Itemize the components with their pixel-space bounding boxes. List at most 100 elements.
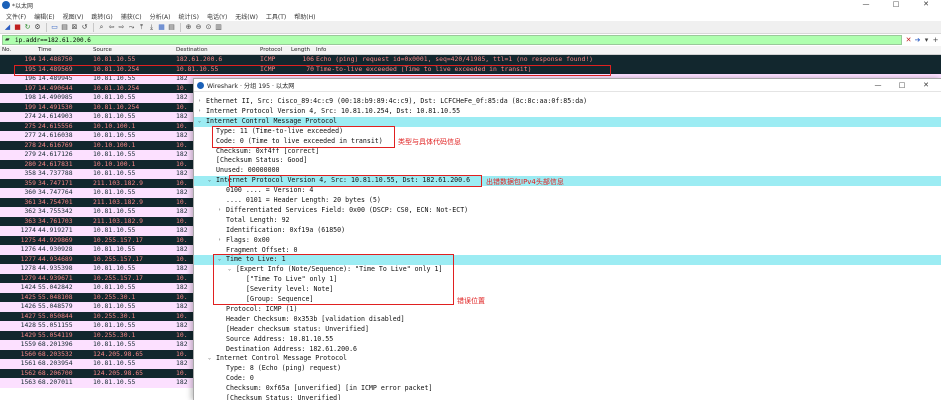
expand-arrow-icon[interactable]: › [218,206,221,216]
cell-time: 14.490644 [38,83,73,92]
menu-item-1[interactable]: 编辑(E) [30,10,58,21]
tree-node[interactable]: [Header checksum status: Unverified] [194,325,941,335]
cell-time: 55.042842 [38,283,73,291]
tree-node[interactable]: › Flags: 0x00 [194,236,941,246]
toolbar-separator [93,22,94,32]
maximize-button[interactable]: □ [881,0,911,10]
go-back-icon[interactable]: ⇦ [107,23,116,32]
last-packet-icon[interactable]: ⤓ [147,23,156,32]
tree-node[interactable]: [Checksum Status: Good] [194,156,941,166]
tree-node[interactable]: .... 0101 = Header Length: 20 bytes (5) [194,196,941,206]
bookmark-icon[interactable]: ▰ [5,36,10,43]
column-header-time[interactable]: Time [38,47,51,53]
column-header-no[interactable]: No. [2,47,11,53]
expand-arrow-icon[interactable]: › [198,107,201,117]
tree-node[interactable]: › Differentiated Services Field: 0x00 (DS… [194,206,941,216]
tree-node[interactable]: › Internet Protocol Version 4, Src: 10.81… [194,107,941,117]
cell-src: 10.81.10.55 [93,264,136,272]
display-filter-input[interactable]: ▰ ip.addr==182.61.200.6 [2,35,902,45]
tree-node[interactable]: › Ethernet II, Src: Cisco_89:4c:c9 (00:18… [194,97,941,107]
tree-node[interactable]: Code: 0 [194,374,941,384]
expand-arrow-icon[interactable]: › [218,236,221,246]
colorize-icon[interactable]: ▤ [167,23,176,32]
find-packet-icon[interactable]: ⌕ [97,23,106,32]
go-forward-icon[interactable]: ⇨ [117,23,126,32]
minimize-button[interactable]: — [851,0,881,10]
tree-node[interactable]: Total Length: 92 [194,216,941,226]
window-titlebar: *以太网 — □ ✕ [0,0,941,10]
tree-node-label: Header Checksum: 0x353b [validation disa… [226,314,405,323]
filter-dropdown-button[interactable]: ▾ [922,35,931,45]
go-to-packet-icon[interactable]: ⤳ [127,23,136,32]
tree-node[interactable]: Checksum: 0xf65a [unverified] [in ICMP e… [194,384,941,394]
menu-item-8[interactable]: 无线(W) [231,10,262,21]
tree-node-label: Code: 0 [226,374,254,383]
cell-no: 1424 [20,283,36,291]
cell-time: 55.048579 [38,302,73,310]
cell-dst: 182 [176,112,188,120]
column-header-protocol[interactable]: Protocol [260,47,282,53]
first-packet-icon[interactable]: ⤒ [137,23,146,32]
menu-item-9[interactable]: 工具(T) [262,10,290,21]
tree-node[interactable]: Protocol: ICMP (1) [194,305,941,315]
add-filter-button[interactable]: + [931,35,940,45]
window-controls: — □ ✕ [851,0,941,10]
close-file-icon[interactable]: ⊠ [70,23,79,32]
resize-columns-icon[interactable]: ▥ [214,23,223,32]
save-file-icon[interactable]: ▤ [60,23,69,32]
open-file-icon[interactable]: ▭ [50,23,59,32]
clear-filter-button[interactable]: ✕ [904,35,913,45]
cell-src: 10.81.10.55 [93,150,136,158]
tree-node[interactable]: [Checksum Status: Unverified] [194,394,941,400]
apply-filter-button[interactable]: ➔ [913,35,922,45]
cell-src: 10.81.10.55 [93,188,136,196]
cell-time: 34.747171 [38,178,73,187]
tree-node[interactable]: Header Checksum: 0x353b [validation disa… [194,315,941,325]
cell-src: 10.81.10.55 [93,340,136,348]
zoom-reset-icon[interactable]: ⊙ [204,23,213,32]
column-header-source[interactable]: Source [93,47,112,53]
shark-fin-start-icon[interactable]: ◢ [3,23,12,32]
column-header-destination[interactable]: Destination [176,47,208,53]
stop-capture-icon[interactable]: ■ [13,23,22,32]
tree-node-label: [Checksum Status: Good] [216,156,308,165]
menu-item-4[interactable]: 捕获(C) [117,10,146,21]
collapse-arrow-icon[interactable]: ⌄ [198,117,201,127]
cell-src: 10.81.10.55 [93,131,136,139]
column-header-length[interactable]: Length [291,47,310,53]
tree-node[interactable]: Destination Address: 182.61.200.6 [194,345,941,355]
tree-node[interactable]: ⌄ Internet Control Message Protocol [194,354,941,364]
close-button[interactable]: ✕ [911,0,941,10]
menu-item-7[interactable]: 电话(Y) [203,10,231,21]
menu-item-0[interactable]: 文件(F) [2,10,30,21]
tree-node[interactable]: Type: 8 (Echo (ping) request) [194,364,941,374]
detail-minimize-button[interactable]: — [866,79,890,91]
autoscroll-icon[interactable]: ▦ [157,23,166,32]
packet-list-header: No. Time Source Destination Protocol Len… [0,46,941,55]
cell-dst: 182 [176,359,188,367]
window-title: *以太网 [12,3,34,10]
zoom-out-icon[interactable]: ⊖ [194,23,203,32]
menu-item-3[interactable]: 跳转(G) [87,10,116,21]
tree-node[interactable]: 0100 .... = Version: 4 [194,186,941,196]
menu-item-6[interactable]: 统计(S) [174,10,203,21]
collapse-arrow-icon[interactable]: ⌄ [208,176,211,186]
column-header-info[interactable]: Info [316,47,326,53]
filter-buttons: ✕ ➔ ▾ + [904,35,940,45]
zoom-in-icon[interactable]: ⊕ [184,23,193,32]
cell-src: 10.81.10.55 [93,112,136,120]
table-row[interactable]: 194 14.488750 10.81.10.55 182.61.200.6 ICMP 1… [0,55,941,65]
expand-arrow-icon[interactable]: › [198,97,201,107]
menu-item-2[interactable]: 视图(V) [59,10,88,21]
reload-file-icon[interactable]: ↺ [80,23,89,32]
restart-capture-icon[interactable]: ↻ [23,23,32,32]
collapse-arrow-icon[interactable]: ⌄ [208,354,211,364]
tree-node[interactable]: Identification: 0xf19a (61850) [194,226,941,236]
tree-node[interactable]: Source Address: 10.81.10.55 [194,335,941,345]
menu-item-5[interactable]: 分析(A) [146,10,175,21]
detail-maximize-button[interactable]: □ [890,79,914,91]
menu-item-10[interactable]: 帮助(H) [290,10,319,21]
capture-options-icon[interactable]: ⚙ [33,23,42,32]
detail-close-button[interactable]: ✕ [914,79,938,91]
cell-src: 10.81.10.55 [93,283,136,291]
